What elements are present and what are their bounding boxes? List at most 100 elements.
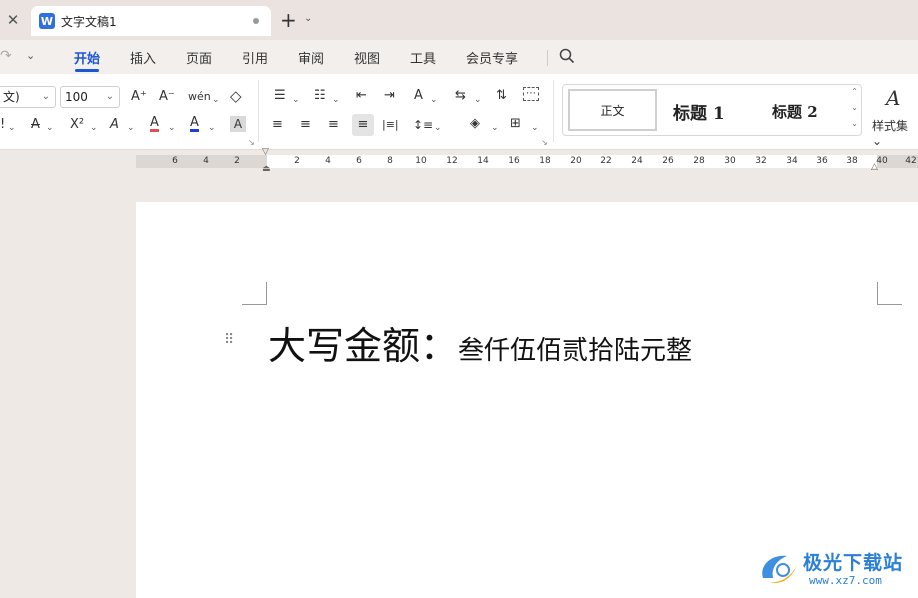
ruler-label: 12: [446, 156, 458, 166]
chevron-down-icon: ⌄: [105, 91, 114, 102]
chevron-down-icon[interactable]: ⌄: [8, 120, 16, 136]
chinese-layout-icon[interactable]: ⇆: [455, 88, 466, 104]
chevron-down-icon[interactable]: ⌄: [332, 92, 340, 108]
ruler-label: 36: [816, 156, 828, 166]
ruler-label: 6: [172, 156, 178, 166]
menu-tab-page[interactable]: 页面: [186, 48, 212, 67]
writer-app-icon: W: [39, 13, 55, 29]
style-heading-2[interactable]: 标题 2: [772, 101, 818, 122]
style-heading-1[interactable]: 标题 1: [673, 99, 725, 124]
align-center-icon[interactable]: ≡: [300, 117, 311, 133]
chevron-down-icon[interactable]: ⌄: [491, 120, 499, 136]
menu-bar: ↷ ⌄ 开始 插入 页面 引用 审阅 视图 工具 会员专享: [0, 40, 918, 74]
line-spacing-icon[interactable]: ↕≡: [413, 117, 433, 133]
font-size-select[interactable]: 100 ⌄: [60, 86, 120, 108]
ruler-label: 16: [508, 156, 520, 166]
menu-tab-review[interactable]: 审阅: [298, 48, 324, 67]
align-right-icon[interactable]: ≡: [328, 117, 339, 133]
chevron-up-icon[interactable]: ⌃: [851, 87, 858, 96]
chevron-down-icon[interactable]: ⌄: [851, 103, 858, 112]
underline-icon[interactable]: !: [0, 117, 5, 133]
chevron-down-icon[interactable]: ⌄: [292, 92, 300, 108]
right-indent-marker-icon[interactable]: △: [871, 162, 878, 172]
style-set-button[interactable]: 样式集⌄: [872, 117, 918, 148]
chevron-down-icon[interactable]: ⌄: [127, 120, 135, 136]
new-tab-menu-chevron-icon[interactable]: ⌄: [304, 13, 312, 24]
watermark-url: www.xz7.com: [809, 574, 882, 587]
chevron-down-icon[interactable]: ⌄: [208, 120, 216, 136]
show-marks-icon[interactable]: ⋯: [523, 87, 539, 101]
chevron-down-icon[interactable]: ⌄: [168, 120, 176, 136]
chevron-down-icon[interactable]: ⌄: [46, 120, 54, 136]
ruler-label: 24: [631, 156, 643, 166]
watermark-logo-icon: [762, 555, 797, 584]
bullet-list-icon[interactable]: ☰: [274, 88, 286, 104]
sort-icon[interactable]: ⇅: [496, 88, 507, 104]
amount-value[interactable]: 叁仟伍佰贰拾陆元整: [458, 336, 692, 366]
menu-tab-view[interactable]: 视图: [354, 48, 380, 67]
expand-gallery-icon[interactable]: ⌄: [851, 119, 858, 128]
menu-tab-home[interactable]: 开始: [74, 48, 100, 67]
left-indent-marker-icon[interactable]: ⏏: [262, 164, 271, 174]
redo-icon[interactable]: ↷: [0, 48, 12, 64]
paragraph-shading-icon[interactable]: ◈: [470, 116, 480, 132]
numbered-list-icon[interactable]: ☷: [314, 88, 326, 104]
text-direction-icon[interactable]: A: [414, 88, 423, 104]
font-dialog-launcher-icon[interactable]: ↘: [248, 138, 255, 147]
justify-icon[interactable]: ≡: [352, 114, 374, 136]
chevron-down-icon[interactable]: ⌄: [434, 120, 442, 136]
chevron-down-icon[interactable]: ⌄: [212, 92, 220, 108]
paragraph-drag-handle-icon[interactable]: ⠿: [224, 332, 234, 348]
ribbon-divider: [553, 80, 554, 142]
font-color-icon[interactable]: A: [190, 116, 199, 132]
menu-tab-member[interactable]: 会员专享: [466, 48, 518, 67]
font-name-select[interactable]: 文) ⌄: [0, 86, 56, 108]
quick-access-menu-chevron-icon[interactable]: ⌄: [26, 49, 35, 62]
ruler-label: 20: [570, 156, 582, 166]
chevron-down-icon[interactable]: ⌄: [531, 120, 539, 136]
highlight-icon[interactable]: A: [150, 116, 159, 132]
text-effect-icon[interactable]: A: [110, 117, 119, 133]
close-icon[interactable]: ✕: [0, 6, 26, 34]
document-page[interactable]: ⠿ 大写金额：叁仟伍佰贰拾陆元整: [136, 202, 918, 598]
align-left-icon[interactable]: ≡: [272, 117, 283, 133]
ruler-label: 42: [905, 156, 917, 166]
chevron-down-icon: ⌄: [41, 91, 50, 102]
phonetic-guide-icon[interactable]: wén: [188, 89, 211, 105]
chevron-down-icon[interactable]: ⌄: [90, 120, 98, 136]
increase-indent-icon[interactable]: ⇥: [384, 88, 395, 104]
menu-tab-insert[interactable]: 插入: [130, 48, 156, 67]
first-line-indent-marker-icon[interactable]: ▽: [262, 147, 269, 157]
chevron-down-icon[interactable]: ⌄: [430, 92, 438, 108]
tab-bar: ✕ W 文字文稿1 + ⌄: [0, 0, 918, 40]
grow-font-icon[interactable]: A⁺: [131, 89, 147, 105]
character-shading-icon[interactable]: A: [230, 116, 246, 132]
watermark-name: 极光下载站: [803, 552, 904, 574]
clear-format-eraser-icon[interactable]: ◇: [230, 88, 242, 104]
document-paragraph[interactable]: 大写金额：叁仟伍佰贰拾陆元整: [268, 315, 692, 370]
borders-icon[interactable]: ⊞: [510, 116, 521, 132]
distribute-icon[interactable]: |≡|: [382, 117, 399, 133]
superscript-icon[interactable]: X²: [70, 117, 84, 133]
chevron-down-icon[interactable]: ⌄: [474, 92, 482, 108]
ruler-label: 6: [356, 156, 362, 166]
strikethrough-icon[interactable]: A: [31, 117, 40, 133]
font-name-value: 文): [3, 90, 20, 104]
amount-label[interactable]: 大写金额：: [268, 324, 458, 368]
shrink-font-icon[interactable]: A⁻: [159, 89, 175, 105]
decrease-indent-icon[interactable]: ⇤: [356, 88, 367, 104]
ruler-label: 14: [477, 156, 489, 166]
search-icon[interactable]: [558, 47, 576, 65]
paragraph-dialog-launcher-icon[interactable]: ↘: [541, 138, 548, 147]
style-set-icon[interactable]: A: [886, 86, 900, 110]
ruler-label: 22: [600, 156, 612, 166]
document-tab[interactable]: W 文字文稿1: [31, 6, 271, 36]
ruler-label: 34: [786, 156, 798, 166]
new-tab-button[interactable]: +: [280, 9, 297, 31]
font-size-value: 100: [65, 90, 88, 104]
menu-tab-tools[interactable]: 工具: [410, 48, 436, 67]
menu-tab-references[interactable]: 引用: [242, 48, 268, 67]
ruler-label: 8: [387, 156, 393, 166]
unsaved-dot-icon[interactable]: [253, 18, 259, 24]
style-normal[interactable]: 正文: [568, 89, 657, 131]
